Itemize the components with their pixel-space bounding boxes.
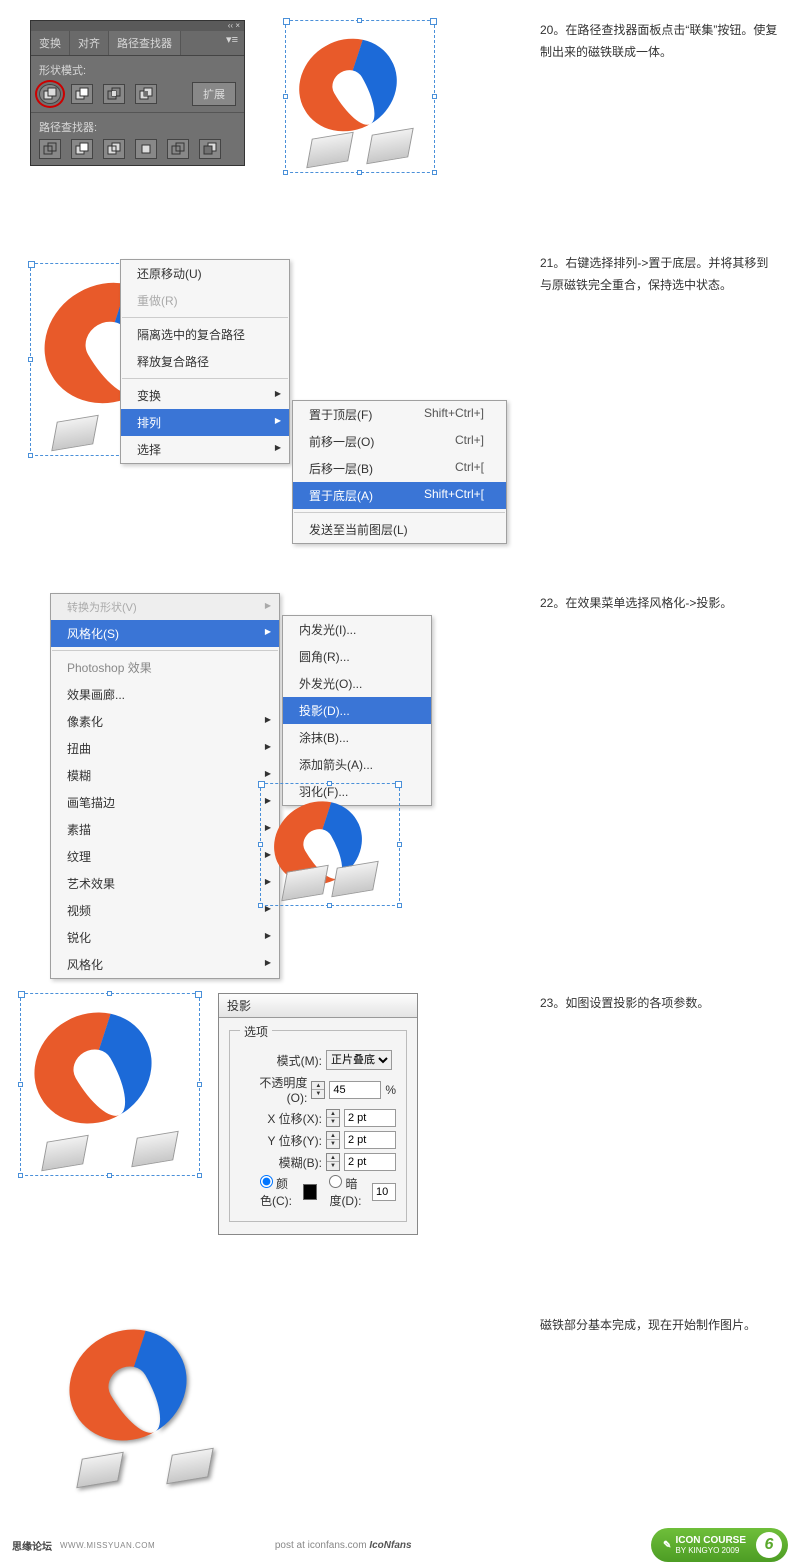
merge-button[interactable] <box>103 139 125 159</box>
y-offset-label: Y 位移(Y): <box>240 1132 322 1149</box>
menu-texture[interactable]: 纹理 <box>51 843 279 870</box>
footer-post-at: post at iconfans.com IcoNfans <box>275 1540 412 1551</box>
trim-button[interactable] <box>71 139 93 159</box>
opacity-spinner[interactable]: ▲▼ <box>311 1081 325 1099</box>
dialog-title: 投影 <box>219 994 417 1018</box>
step-21: 还原移动(U) 重做(R) 隔离选中的复合路径 释放复合路径 变换 排列 选择 … <box>20 253 780 513</box>
menu-video[interactable]: 视频 <box>51 897 279 924</box>
percent-sign: % <box>385 1083 396 1097</box>
opacity-label: 不透明度(O): <box>240 1074 307 1105</box>
exclude-button[interactable] <box>135 84 157 104</box>
darkness-input[interactable] <box>372 1183 396 1201</box>
menu-brush-strokes[interactable]: 画笔描边 <box>51 789 279 816</box>
blur-label: 模糊(B): <box>240 1154 322 1171</box>
context-menu[interactable]: 还原移动(U) 重做(R) 隔离选中的复合路径 释放复合路径 变换 排列 选择 <box>120 259 290 464</box>
step-22: 转换为形状(V) 风格化(S) Photoshop 效果 效果画廊... 像素化… <box>20 593 780 913</box>
step-23: 投影 选项 模式(M): 正片叠底 不透明度(O): ▲▼ % X 位移(X):… <box>20 993 780 1235</box>
panel-titlebar[interactable]: ‹‹ × <box>31 21 244 31</box>
blur-input[interactable] <box>344 1153 396 1171</box>
step-20-text: 20。在路径查找器面板点击“联集”按钮。使复制出来的磁铁联成一体。 <box>520 20 780 63</box>
outline-button[interactable] <box>167 139 189 159</box>
page-footer: 思缘论坛 WWW.MISSYUAN.COM post at iconfans.c… <box>0 1528 800 1568</box>
shape-mode-label: 形状模式: <box>39 62 236 78</box>
menu-distort[interactable]: 扭曲 <box>51 735 279 762</box>
step-23-text: 23。如图设置投影的各项参数。 <box>520 993 780 1015</box>
menu-arrange[interactable]: 排列 <box>121 409 289 436</box>
step-20: ‹‹ × 变换 对齐 路径查找器 ▾≡ 形状模式: <box>20 20 780 173</box>
final-text: 磁铁部分基本完成，现在开始制作图片。 <box>520 1315 780 1337</box>
minus-front-button[interactable] <box>71 84 93 104</box>
blur-spinner[interactable]: ▲▼ <box>326 1153 340 1171</box>
menu-redo: 重做(R) <box>121 287 289 314</box>
color-radio[interactable]: 颜色(C): <box>260 1175 299 1209</box>
x-spinner[interactable]: ▲▼ <box>326 1109 340 1127</box>
menu-pixelate[interactable]: 像素化 <box>51 708 279 735</box>
menu-send-backward[interactable]: 后移一层(B)Ctrl+[ <box>293 455 506 482</box>
menu-stylize[interactable]: 风格化(S) <box>51 620 279 647</box>
pathfinder-panel: ‹‹ × 变换 对齐 路径查找器 ▾≡ 形状模式: <box>30 20 245 166</box>
menu-effect-gallery[interactable]: 效果画廊... <box>51 681 279 708</box>
menu-scribble[interactable]: 涂抹(B)... <box>283 724 431 751</box>
tab-transform[interactable]: 变换 <box>31 31 70 55</box>
tab-pathfinder[interactable]: 路径查找器 <box>109 31 181 55</box>
darkness-radio[interactable]: 暗度(D): <box>329 1175 368 1209</box>
pathfinder-ops-label: 路径查找器: <box>39 119 236 135</box>
menu-inner-glow[interactable]: 内发光(I)... <box>283 616 431 643</box>
selected-magnet-bg[interactable] <box>260 783 400 906</box>
menu-convert-to-shape: 转换为形状(V) <box>51 594 279 620</box>
step-21-text: 21。右键选择排列->置于底层。并将其移到与原磁铁完全重合，保持选中状态。 <box>520 253 780 296</box>
y-offset-input[interactable] <box>344 1131 396 1149</box>
menu-ps-stylize[interactable]: 风格化 <box>51 951 279 978</box>
menu-select[interactable]: 选择 <box>121 436 289 463</box>
menu-sharpen[interactable]: 锐化 <box>51 924 279 951</box>
opacity-input[interactable] <box>329 1081 381 1099</box>
intersect-button[interactable] <box>103 84 125 104</box>
menu-release-compound[interactable]: 释放复合路径 <box>121 348 289 375</box>
expand-button[interactable]: 扩展 <box>192 82 236 106</box>
menu-bring-forward[interactable]: 前移一层(O)Ctrl+] <box>293 428 506 455</box>
page-number-badge: 6 <box>756 1532 782 1558</box>
menu-isolate-compound[interactable]: 隔离选中的复合路径 <box>121 321 289 348</box>
menu-outer-glow[interactable]: 外发光(O)... <box>283 670 431 697</box>
crop-button[interactable] <box>135 139 157 159</box>
stylize-submenu[interactable]: 内发光(I)... 圆角(R)... 外发光(O)... 投影(D)... 涂抹… <box>282 615 432 806</box>
menu-add-arrowheads[interactable]: 添加箭头(A)... <box>283 751 431 778</box>
footer-site-url: WWW.MISSYUAN.COM <box>60 1541 155 1550</box>
menu-blur[interactable]: 模糊 <box>51 762 279 789</box>
y-spinner[interactable]: ▲▼ <box>326 1131 340 1149</box>
selected-magnet-copy[interactable] <box>285 20 435 173</box>
mode-label: 模式(M): <box>240 1052 322 1069</box>
menu-bring-to-front[interactable]: 置于顶层(F)Shift+Ctrl+] <box>293 401 506 428</box>
mode-select[interactable]: 正片叠底 <box>326 1050 392 1070</box>
unite-button[interactable] <box>39 84 61 104</box>
divide-button[interactable] <box>39 139 61 159</box>
color-swatch[interactable] <box>303 1184 318 1200</box>
footer-site-name: 思缘论坛 <box>12 1538 52 1553</box>
menu-transform[interactable]: 变换 <box>121 382 289 409</box>
ps-effects-header: Photoshop 效果 <box>51 654 279 681</box>
menu-drop-shadow[interactable]: 投影(D)... <box>283 697 431 724</box>
menu-artistic[interactable]: 艺术效果 <box>51 870 279 897</box>
menu-sketch[interactable]: 素描 <box>51 816 279 843</box>
arrange-submenu[interactable]: 置于顶层(F)Shift+Ctrl+] 前移一层(O)Ctrl+] 后移一层(B… <box>292 400 507 544</box>
menu-send-to-back[interactable]: 置于底层(A)Shift+Ctrl+[ <box>293 482 506 509</box>
selected-magnet-step23[interactable] <box>20 993 200 1176</box>
options-legend: 选项 <box>240 1023 272 1040</box>
x-offset-label: X 位移(X): <box>240 1110 322 1127</box>
course-badge: ✎ ICON COURSEBY KINGYO 2009 6 <box>651 1528 788 1562</box>
menu-round-corners[interactable]: 圆角(R)... <box>283 643 431 670</box>
step-22-text: 22。在效果菜单选择风格化->投影。 <box>520 593 780 615</box>
panel-menu-icon[interactable]: ▾≡ <box>220 31 244 55</box>
minus-back-button[interactable] <box>199 139 221 159</box>
step-final: 磁铁部分基本完成，现在开始制作图片。 <box>20 1315 780 1488</box>
drop-shadow-dialog: 投影 选项 模式(M): 正片叠底 不透明度(O): ▲▼ % X 位移(X):… <box>218 993 418 1235</box>
menu-send-to-current-layer[interactable]: 发送至当前图层(L) <box>293 516 506 543</box>
tab-align[interactable]: 对齐 <box>70 31 109 55</box>
effect-menu[interactable]: 转换为形状(V) 风格化(S) Photoshop 效果 效果画廊... 像素化… <box>50 593 280 979</box>
x-offset-input[interactable] <box>344 1109 396 1127</box>
menu-undo-move[interactable]: 还原移动(U) <box>121 260 289 287</box>
